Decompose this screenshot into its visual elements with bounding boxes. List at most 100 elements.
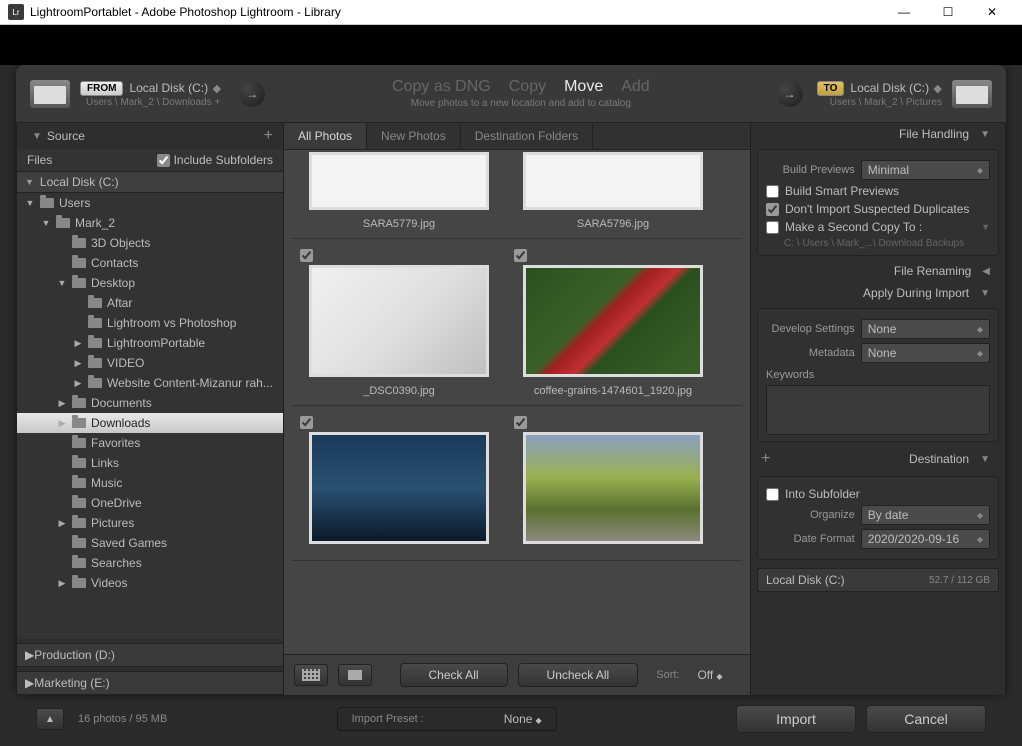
- folder-tree[interactable]: ▼Users▼Mark_23D ObjectsContacts▼DesktopA…: [17, 193, 283, 639]
- add-destination-button[interactable]: +: [761, 450, 770, 468]
- build-previews-select[interactable]: Minimal◆: [861, 160, 990, 180]
- to-location[interactable]: Local Disk (C:) ◆: [850, 79, 942, 97]
- photo-filename: SARA5796.jpg: [577, 218, 649, 230]
- folder-node[interactable]: ▼Desktop: [17, 273, 283, 293]
- folder-icon: [88, 318, 102, 328]
- folder-node[interactable]: ▼Mark_2: [17, 213, 283, 233]
- date-format-select[interactable]: 2020/2020-09-16◆: [861, 529, 990, 549]
- action-add[interactable]: Add: [621, 78, 649, 96]
- thumbnail-cell[interactable]: [508, 410, 718, 556]
- folder-node[interactable]: ▶LightroomPortable: [17, 333, 283, 353]
- folder-icon: [72, 498, 86, 508]
- folder-node[interactable]: ▶Videos: [17, 573, 283, 593]
- second-copy-checkbox[interactable]: [766, 221, 779, 234]
- thumbnail-cell[interactable]: [294, 410, 504, 556]
- folder-node[interactable]: Links: [17, 453, 283, 473]
- destination-header[interactable]: + Destination▼: [751, 446, 1005, 472]
- second-copy-path: C: \ Users \ Mark_...\ Download Backups: [784, 238, 990, 249]
- import-preset-box[interactable]: Import Preset : None ◆: [337, 707, 557, 731]
- tab-destination-folders[interactable]: Destination Folders: [461, 123, 593, 149]
- action-copy-as-dng[interactable]: Copy as DNG: [392, 78, 491, 96]
- photo-thumbnail: [309, 432, 489, 544]
- folder-node[interactable]: ▶Downloads: [17, 413, 283, 433]
- loupe-view-button[interactable]: [338, 664, 372, 686]
- photo-filename: _DSC0390.jpg: [363, 385, 435, 397]
- apply-during-import-header[interactable]: Apply During Import▼: [751, 282, 1005, 304]
- from-arrow-button[interactable]: →: [239, 81, 265, 107]
- metadata-select[interactable]: None◆: [861, 343, 990, 363]
- folder-node[interactable]: Aftar: [17, 293, 283, 313]
- folder-node[interactable]: ▶VIDEO: [17, 353, 283, 373]
- drive-local-c[interactable]: ▼ Local Disk (C:): [17, 171, 283, 193]
- photo-checkbox[interactable]: [300, 416, 313, 429]
- folder-node[interactable]: Lightroom vs Photoshop: [17, 313, 283, 333]
- cancel-button[interactable]: Cancel: [866, 705, 986, 733]
- organize-label: Organize: [766, 509, 855, 521]
- close-button[interactable]: ✕: [970, 0, 1014, 24]
- folder-node[interactable]: Favorites: [17, 433, 283, 453]
- import-dialog: FROM Local Disk (C:) ◆ Users \ Mark_2 \ …: [16, 65, 1006, 695]
- folder-label: Mark_2: [75, 216, 115, 230]
- folder-node[interactable]: ▶Documents: [17, 393, 283, 413]
- file-renaming-header[interactable]: File Renaming◀: [751, 260, 1005, 282]
- drive-marketing[interactable]: ▶ Marketing (E:): [17, 671, 283, 695]
- dont-import-duplicates-checkbox[interactable]: [766, 203, 779, 216]
- add-source-button[interactable]: +: [264, 127, 273, 145]
- collapse-button[interactable]: ▲: [36, 708, 64, 730]
- uncheck-all-button[interactable]: Uncheck All: [518, 663, 639, 687]
- develop-settings-select[interactable]: None◆: [861, 319, 990, 339]
- maximize-button[interactable]: ☐: [926, 0, 970, 24]
- folder-node[interactable]: ▶Pictures: [17, 513, 283, 533]
- import-button[interactable]: Import: [736, 705, 856, 733]
- folder-label: Links: [91, 456, 119, 470]
- file-handling-header[interactable]: File Handling▼: [751, 123, 1005, 145]
- organize-select[interactable]: By date◆: [861, 505, 990, 525]
- build-smart-previews-checkbox[interactable]: [766, 185, 779, 198]
- tab-new-photos[interactable]: New Photos: [367, 123, 461, 149]
- action-copy[interactable]: Copy: [509, 78, 546, 96]
- thumbnail-cell[interactable]: coffee-grains-1474601_1920.jpg: [508, 243, 718, 401]
- file-handling-box: Build Previews Minimal◆ Build Smart Prev…: [757, 149, 999, 256]
- folder-icon: [88, 378, 102, 388]
- include-subfolders-checkbox[interactable]: [157, 154, 170, 167]
- tab-all-photos[interactable]: All Photos: [284, 123, 367, 149]
- to-path: Users \ Mark_2 \ Pictures: [823, 97, 942, 108]
- into-subfolder-label: Into Subfolder: [785, 487, 860, 501]
- chevron-down-icon[interactable]: ▼: [981, 222, 990, 232]
- folder-node[interactable]: Music: [17, 473, 283, 493]
- folder-node[interactable]: 3D Objects: [17, 233, 283, 253]
- photo-checkbox[interactable]: [514, 249, 527, 262]
- thumbnail-cell[interactable]: SARA5779.jpg: [294, 152, 504, 234]
- photo-checkbox[interactable]: [514, 416, 527, 429]
- grid-toolbar: Check All Uncheck All Sort: Off ◆: [284, 654, 750, 695]
- folder-node[interactable]: Saved Games: [17, 533, 283, 553]
- drive-production[interactable]: ▶ Production (D:): [17, 643, 283, 667]
- grid-view-button[interactable]: [294, 664, 328, 686]
- check-all-button[interactable]: Check All: [400, 663, 508, 687]
- folder-icon: [72, 578, 86, 588]
- folder-icon: [56, 218, 70, 228]
- sort-value[interactable]: Off ◆: [697, 668, 722, 682]
- folder-node[interactable]: ▼Users: [17, 193, 283, 213]
- second-copy-label: Make a Second Copy To :: [785, 220, 922, 234]
- thumbnail-cell[interactable]: _DSC0390.jpg: [294, 243, 504, 401]
- folder-node[interactable]: Contacts: [17, 253, 283, 273]
- from-location[interactable]: Local Disk (C:) ◆: [129, 79, 221, 97]
- keywords-input[interactable]: [766, 385, 990, 435]
- source-title: Source: [47, 129, 85, 143]
- folder-node[interactable]: ▶Website Content-Mizanur rah...: [17, 373, 283, 393]
- expand-icon: ▶: [57, 398, 67, 409]
- destination-disk-row[interactable]: Local Disk (C:) 52.7 / 112 GB: [757, 568, 999, 592]
- action-move[interactable]: Move: [564, 78, 603, 96]
- into-subfolder-checkbox[interactable]: [766, 488, 779, 501]
- folder-label: Saved Games: [91, 536, 167, 550]
- source-header[interactable]: ▼ Source +: [17, 123, 283, 149]
- minimize-button[interactable]: —: [882, 0, 926, 24]
- to-arrow-button[interactable]: →: [777, 81, 803, 107]
- thumbnail-cell[interactable]: SARA5796.jpg: [508, 152, 718, 234]
- photo-checkbox[interactable]: [300, 249, 313, 262]
- source-drive-icon: [30, 80, 70, 108]
- folder-node[interactable]: Searches: [17, 553, 283, 573]
- thumbnail-grid[interactable]: SARA5779.jpg SARA5796.jpg _DSC0390.jpg coff…: [284, 150, 750, 654]
- folder-node[interactable]: OneDrive: [17, 493, 283, 513]
